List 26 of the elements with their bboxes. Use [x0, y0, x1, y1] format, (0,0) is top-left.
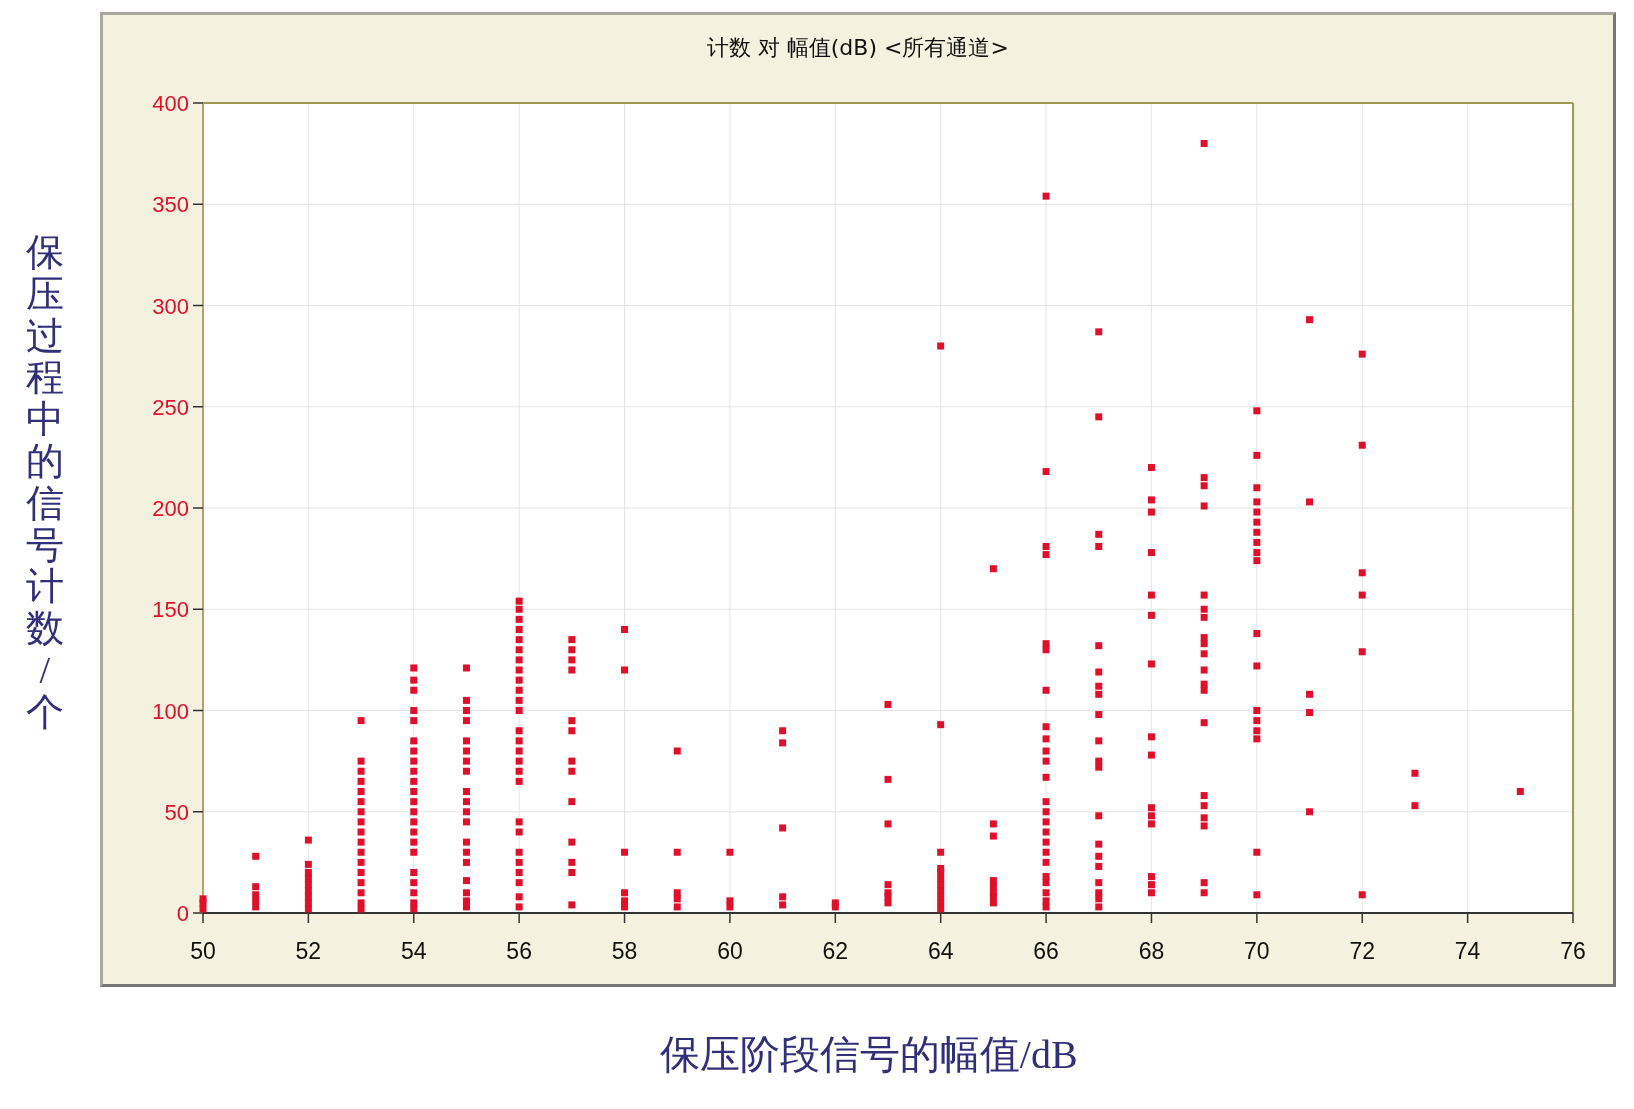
tick-label: 52 — [295, 938, 321, 964]
tick-label: 50 — [164, 799, 189, 825]
tick-label: 68 — [1138, 938, 1165, 964]
tick-label: 200 — [152, 496, 189, 521]
x-axis-title: 保压阶段信号的幅值/dB — [659, 1031, 1079, 1079]
tick-label: 0 — [176, 901, 189, 926]
tick-label: 70 — [1243, 938, 1270, 964]
tick-label: 400 — [152, 91, 189, 116]
tick-label: 56 — [506, 938, 532, 964]
tick-label: 66 — [1033, 938, 1059, 964]
tick-label: 100 — [152, 698, 189, 724]
tick-label: 64 — [927, 938, 954, 964]
tick-label: 74 — [1454, 938, 1481, 964]
tick-label: 76 — [1560, 938, 1586, 964]
tick-label: 150 — [152, 597, 189, 623]
tick-label: 300 — [152, 293, 189, 319]
tick-label: 250 — [152, 394, 189, 420]
tick-label: 54 — [400, 938, 427, 964]
chart-title: 计数 对 幅值(dB) <所有通道> — [706, 34, 1009, 62]
tick-label: 62 — [822, 938, 848, 964]
tick-label: 58 — [611, 938, 638, 964]
tick-label: 50 — [190, 938, 216, 964]
y-axis-title: 保压过程中的信号计数/个 — [24, 232, 65, 734]
tick-label: 60 — [716, 938, 743, 964]
tick-label: 350 — [152, 192, 189, 218]
tick-label: 72 — [1349, 938, 1375, 964]
